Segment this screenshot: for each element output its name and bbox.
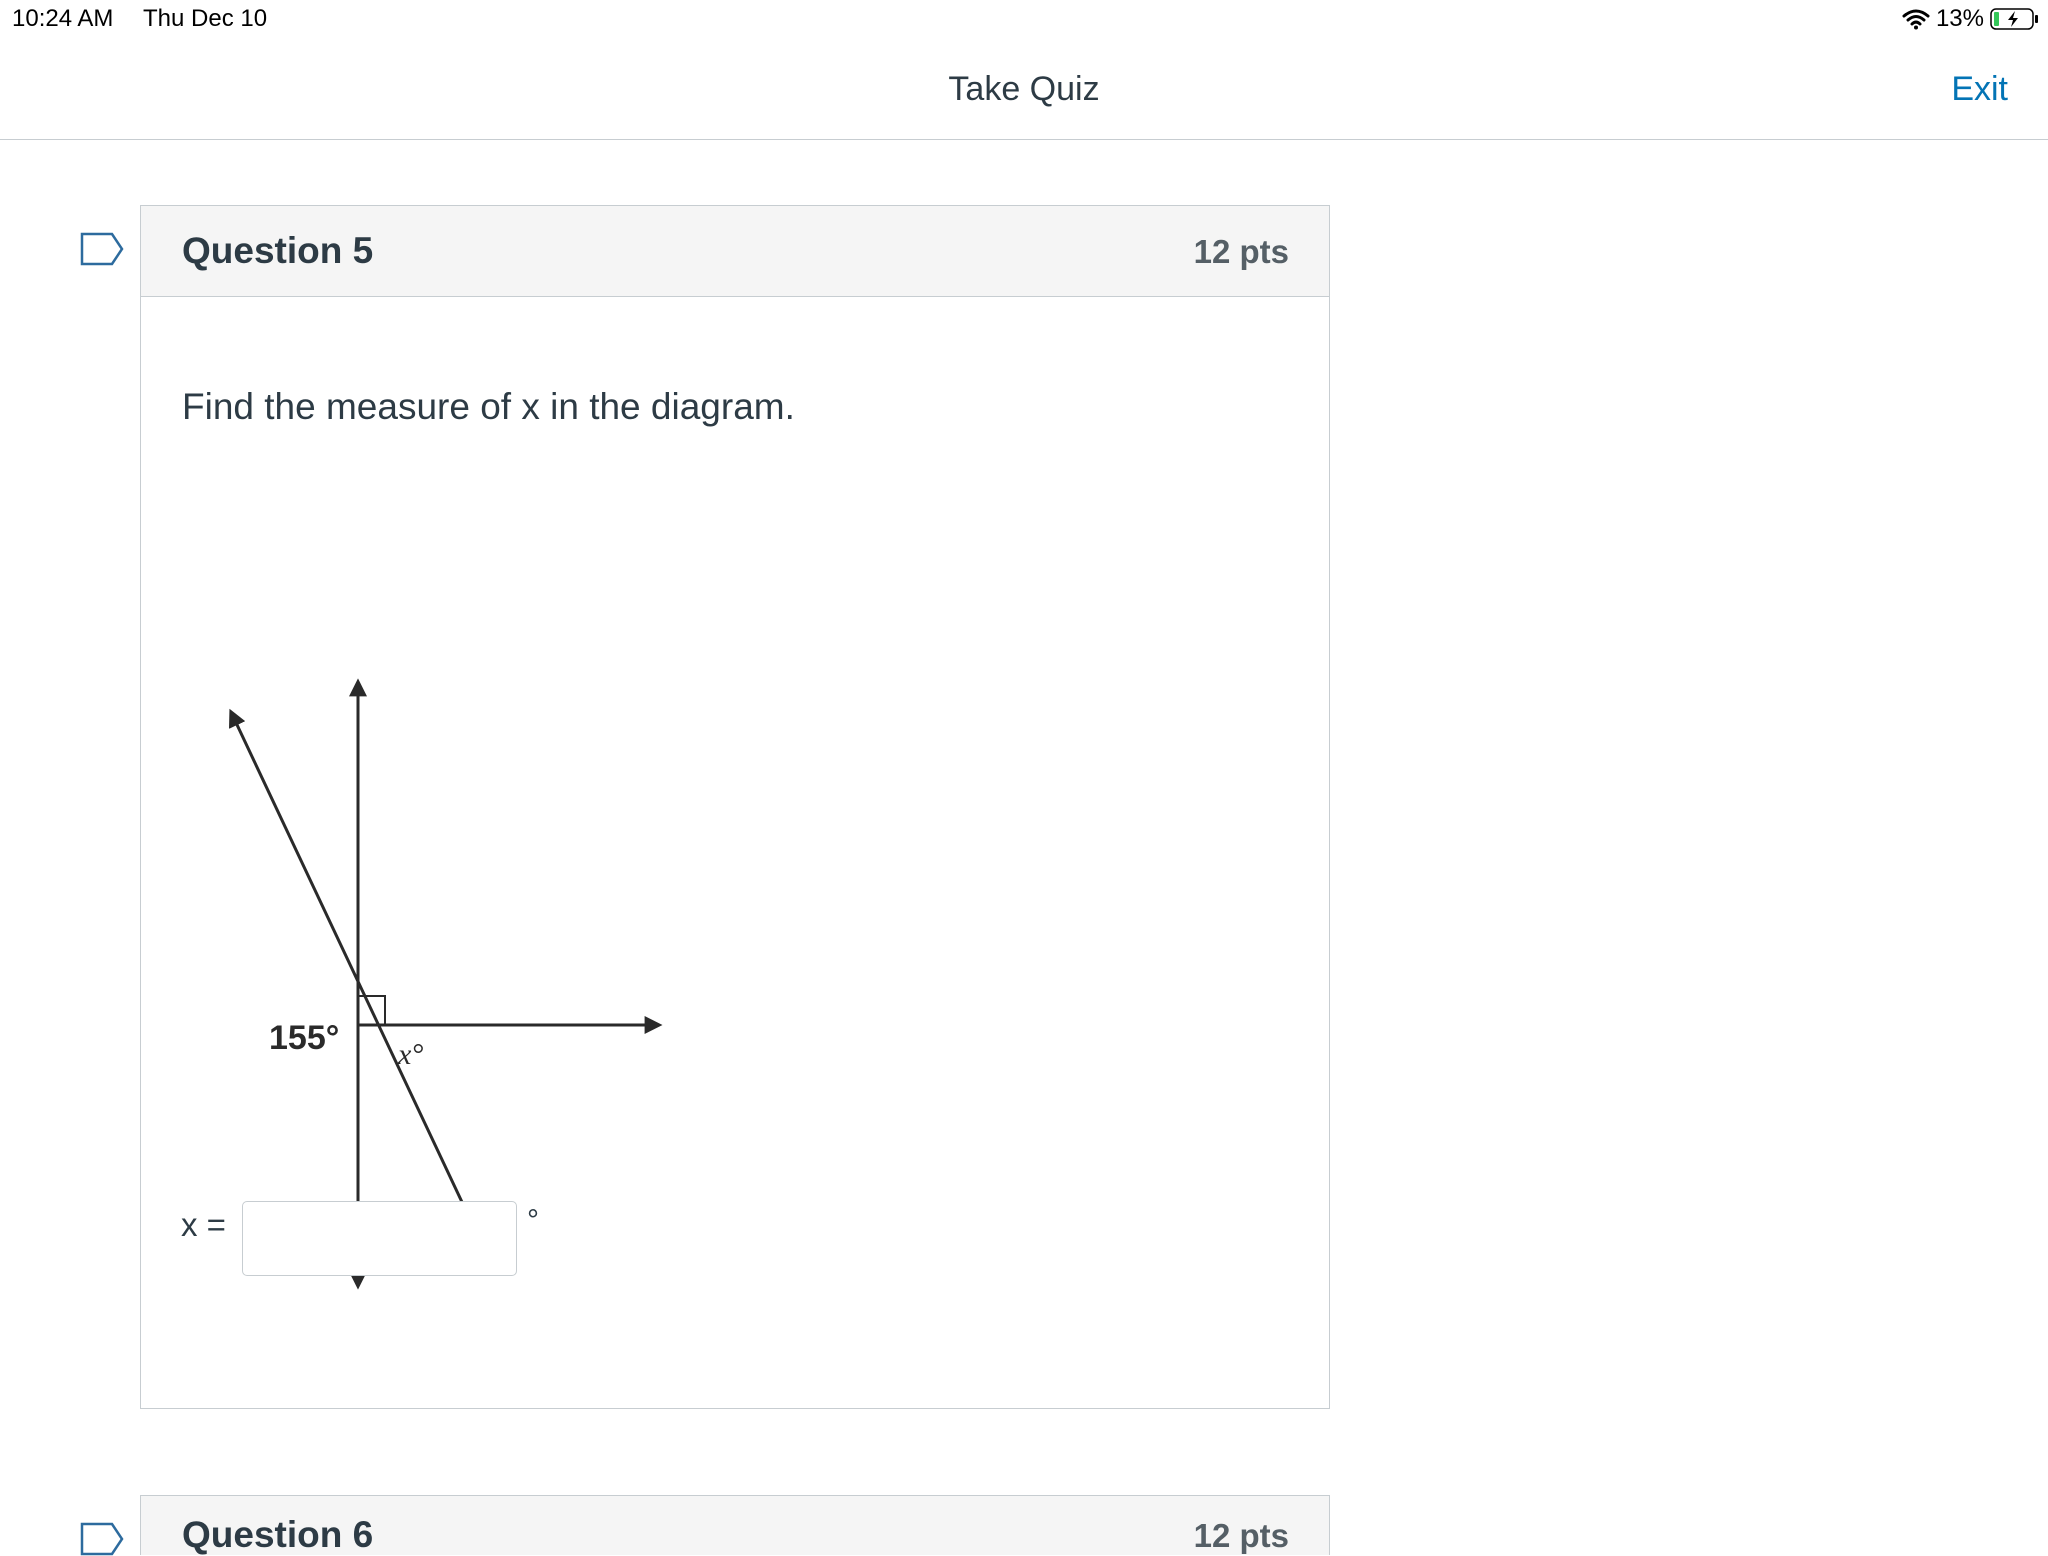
page-title: Take Quiz xyxy=(948,70,1100,108)
answer-input[interactable] xyxy=(242,1201,517,1276)
next-question-card: Question 6 12 pts xyxy=(140,1495,1330,1555)
question-header: Question 5 12 pts xyxy=(141,206,1329,297)
angle-label-155: 155° xyxy=(269,1019,339,1057)
flag-question-icon[interactable] xyxy=(80,232,124,266)
next-question-points: 12 pts xyxy=(1193,1517,1289,1554)
status-indicators: 13% xyxy=(1902,5,2040,33)
question-prompt: Find the measure of x in the diagram. xyxy=(182,386,795,427)
quiz-header: Take Quiz Exit xyxy=(0,40,2048,140)
answer-label: x = xyxy=(181,1206,226,1243)
wifi-icon xyxy=(1902,9,1930,30)
status-date: Thu Dec 10 xyxy=(143,5,268,32)
next-question-title: Question 6 xyxy=(182,1514,374,1555)
battery-charging-icon xyxy=(1990,8,2038,30)
status-bar: 10:24 AM Thu Dec 10 13% xyxy=(0,0,2048,40)
flag-question-icon[interactable] xyxy=(80,1522,124,1556)
question-card: Question 5 12 pts Find the measure of x … xyxy=(140,205,1330,1409)
exit-button[interactable]: Exit xyxy=(1951,70,2008,109)
angle-label-x: x° xyxy=(397,1038,423,1071)
angle-diagram: 155° x° xyxy=(228,678,663,1290)
battery-percent: 13% xyxy=(1935,5,1984,32)
answer-unit: ° xyxy=(527,1204,539,1237)
question-title: Question 5 xyxy=(182,230,374,271)
status-time: 10:24 AM xyxy=(12,5,114,32)
question-points: 12 pts xyxy=(1193,233,1289,270)
